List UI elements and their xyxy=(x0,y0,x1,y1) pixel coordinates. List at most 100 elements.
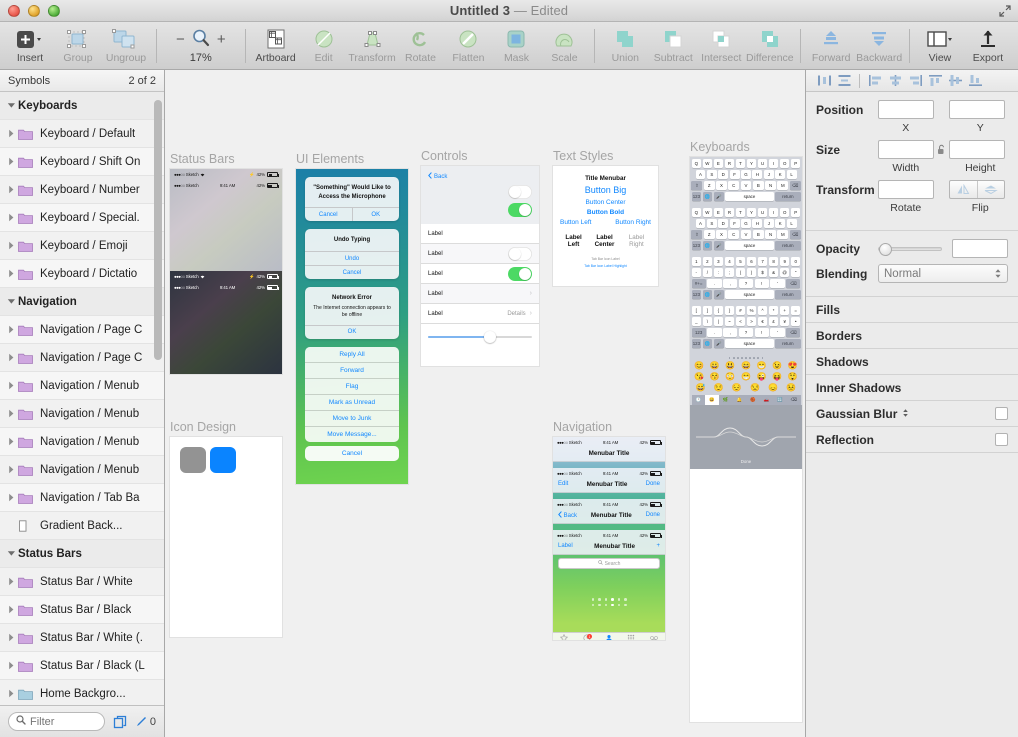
keyboard-key[interactable]: 123 xyxy=(692,339,702,348)
keyboard-key[interactable]: H xyxy=(752,219,762,228)
nav-add-button[interactable]: + xyxy=(656,543,660,549)
emoji-key[interactable]: 😞 xyxy=(768,383,778,392)
keyboard-key[interactable]: I xyxy=(769,159,779,168)
emoji-row[interactable]: 😘😚😳😁😜😝😲 xyxy=(692,371,801,382)
chevron-updown-icon[interactable] xyxy=(902,407,909,421)
keyboard-key[interactable]: G xyxy=(741,219,751,228)
keyboard-key[interactable]: U xyxy=(758,159,768,168)
keyboard-key[interactable]: 123 xyxy=(692,241,702,250)
action-sheet-item[interactable]: Move Message... xyxy=(305,426,399,442)
emoji-category-key[interactable]: 🔔 xyxy=(732,395,746,405)
layer-row[interactable]: Status Bar / Black (L xyxy=(0,652,164,680)
keyboard-key[interactable]: 🌐 xyxy=(703,290,713,299)
keyboard-key[interactable]: 123 xyxy=(692,328,706,337)
distribute-horizontal-icon[interactable] xyxy=(814,72,834,90)
keyboard-symbols[interactable]: []{}#%^*+=_\|~<>€£¥•123.,?!'⌫123🌐🎤spacer… xyxy=(690,304,802,353)
keyboard-key[interactable]: { xyxy=(714,306,724,315)
toolbar-backward[interactable]: Backward xyxy=(855,23,903,69)
keyboard-key[interactable]: A xyxy=(696,219,706,228)
disclosure-closed-icon[interactable] xyxy=(4,493,18,502)
emoji-key[interactable]: 😊 xyxy=(694,361,704,370)
artboard-navigation[interactable]: Navigation ●●●○○Sketch9:41 AM42% Menubar… xyxy=(553,420,665,640)
keyboard-letters[interactable]: QWERTYUIOPASDFGHJKL⇧ZXCVBNM⌫123🌐🎤spacere… xyxy=(690,206,802,255)
keyboard-key[interactable]: 1 xyxy=(692,257,702,266)
emoji-key[interactable]: 😘 xyxy=(694,372,704,381)
keyboard-key[interactable]: ⇧ xyxy=(691,181,702,190)
keyboard-key[interactable]: space xyxy=(725,339,774,348)
disclosure-closed-icon[interactable] xyxy=(4,325,18,334)
nav-back-button[interactable]: Back xyxy=(558,511,577,519)
layer-row[interactable]: Keyboard / Default xyxy=(0,120,164,148)
fullscreen-icon[interactable] xyxy=(998,4,1012,18)
disclosure-closed-icon[interactable] xyxy=(4,269,18,278)
emoji-key[interactable]: 😀 xyxy=(710,361,720,370)
toolbar-group[interactable]: Group xyxy=(54,23,102,69)
inspector-section-gaussian-blur[interactable]: Gaussian Blur xyxy=(806,401,1018,427)
keyboard-emoji[interactable]: 😊😀😃😄😁😉😍😘😚😳😁😜😝😲😅😌😔😒😞😣🕐😀🌿🔔🏀🚗🔣⌫ xyxy=(690,353,802,405)
sidebar-scrollbar[interactable] xyxy=(154,96,162,701)
opacity-slider-knob[interactable] xyxy=(879,243,892,256)
section-checkbox[interactable] xyxy=(995,433,1008,446)
section-checkbox[interactable] xyxy=(995,407,1008,420)
pencil-icon[interactable]: 0 xyxy=(135,715,156,728)
keyboard-key[interactable]: Z xyxy=(704,181,715,190)
emoji-row[interactable]: 😊😀😃😄😁😉😍 xyxy=(692,360,801,371)
keyboard-key[interactable]: 🎤 xyxy=(714,192,724,201)
disclosure-closed-icon[interactable] xyxy=(4,409,18,418)
keyboard-key[interactable]: Z xyxy=(704,230,715,239)
keyboard-key[interactable]: ] xyxy=(703,306,713,315)
layer-row[interactable]: Navigation / Page C xyxy=(0,316,164,344)
toolbar-subtract[interactable]: Subtract xyxy=(649,23,697,69)
keyboard-key[interactable]: O xyxy=(780,208,790,217)
keyboard-key[interactable]: * xyxy=(769,306,779,315)
keyboard-key[interactable]: } xyxy=(725,306,735,315)
emoji-key[interactable]: 😃 xyxy=(725,361,735,370)
zoom-in-button[interactable]: + xyxy=(217,31,226,48)
layer-row[interactable]: Keyboard / Dictatio xyxy=(0,260,164,288)
keyboard-key[interactable]: # xyxy=(736,306,746,315)
keyboard-key[interactable]: Y xyxy=(747,208,757,217)
keyboard-key[interactable]: R xyxy=(725,208,735,217)
zoom-controls[interactable]: − + 17% xyxy=(163,23,239,69)
layer-row[interactable]: Keyboard / Shift On xyxy=(0,148,164,176)
keyboard-key[interactable]: ; xyxy=(725,268,735,277)
nav-right-done[interactable]: Done xyxy=(646,481,660,487)
keyboard-key[interactable]: V xyxy=(741,181,752,190)
artboard-status-bars[interactable]: Status Bars ●●●○○Sketch ⚡42% ●●●○○Sketch… xyxy=(170,152,282,374)
layers-list[interactable]: KeyboardsKeyboard / DefaultKeyboard / Sh… xyxy=(0,92,164,705)
keyboard-key[interactable]: D xyxy=(718,170,728,179)
layer-row[interactable]: Navigation / Menub xyxy=(0,400,164,428)
keyboard-key[interactable]: 3 xyxy=(714,257,724,266)
keyboard-key[interactable]: . xyxy=(707,279,721,288)
toolbar-export[interactable]: Export xyxy=(964,23,1012,69)
keyboard-key[interactable]: C xyxy=(728,230,739,239)
keyboard-key[interactable]: / xyxy=(703,268,713,277)
emoji-key[interactable]: 😜 xyxy=(757,372,767,381)
action-sheet-item[interactable]: Forward xyxy=(305,362,399,378)
keyboard-key[interactable]: C xyxy=(728,181,739,190)
disclosure-closed-icon[interactable] xyxy=(4,185,18,194)
keyboard-key[interactable]: V xyxy=(741,230,752,239)
position-y-field[interactable] xyxy=(949,100,1005,119)
keyboard-key[interactable]: : xyxy=(714,268,724,277)
layer-row[interactable]: Navigation / Menub xyxy=(0,428,164,456)
layer-row[interactable]: Keyboard / Number xyxy=(0,176,164,204)
keyboard-key[interactable]: 0 xyxy=(791,257,801,266)
keyboard-key[interactable]: X xyxy=(716,230,727,239)
action-sheet-item[interactable]: Reply All xyxy=(305,347,399,362)
emoji-row[interactable]: 😅😌😔😒😞😣 xyxy=(692,382,801,393)
artboard-icon-design[interactable]: Icon Design xyxy=(170,420,282,637)
keyboard-key[interactable]: 4 xyxy=(725,257,735,266)
blending-select[interactable]: Normal xyxy=(878,264,1008,283)
emoji-category-key[interactable]: 🏀 xyxy=(746,395,760,405)
emoji-category-key[interactable]: 🔣 xyxy=(773,395,787,405)
keyboard-key[interactable]: Q xyxy=(692,159,702,168)
keyboard-key[interactable]: > xyxy=(747,317,757,326)
artboard-keyboards[interactable]: Keyboards QWERTYUIOPASDFGHJKL⇧ZXCVBNM⌫12… xyxy=(690,140,802,722)
opacity-slider[interactable] xyxy=(878,247,942,251)
keyboard-key[interactable]: 🎤 xyxy=(714,290,724,299)
keyboard-key[interactable]: L xyxy=(787,219,797,228)
keyboard-key[interactable]: 123 xyxy=(692,290,702,299)
sidebar-scrollbar-thumb[interactable] xyxy=(154,100,162,360)
keyboard-key[interactable]: space xyxy=(725,241,774,250)
